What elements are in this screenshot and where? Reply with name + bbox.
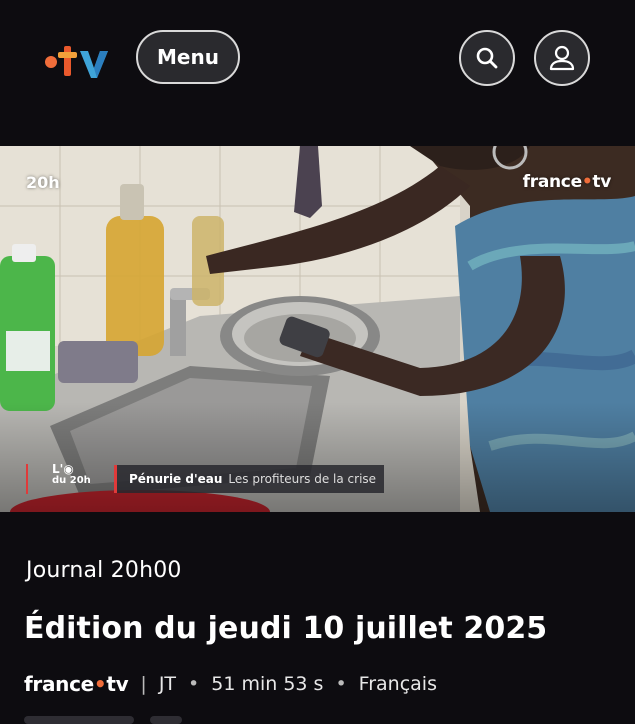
meta-separator: | <box>140 673 147 695</box>
lower-third-bar: Pénurie d'eau Les profiteurs de la crise <box>114 465 385 493</box>
menu-button-label: Menu <box>157 45 219 69</box>
meta-language: Français <box>358 673 437 695</box>
channel-badge: 20h <box>26 173 60 192</box>
search-button[interactable] <box>459 30 515 86</box>
lower-third-topic: Pénurie d'eau <box>129 472 223 486</box>
oeil-line2: du 20h <box>52 475 91 486</box>
watermark-dot: • <box>581 172 593 192</box>
francetv-logo-icon <box>45 46 108 78</box>
account-button[interactable] <box>534 30 590 86</box>
lower-third: L'◉ du 20h Pénurie d'eau Les profiteurs … <box>26 462 385 494</box>
channel-logo: france•tv <box>24 672 129 696</box>
francetv-logo[interactable] <box>44 38 114 82</box>
show-logo-oeil: L'◉ du 20h <box>26 462 98 494</box>
meta-duration: 51 min 53 s <box>211 673 324 695</box>
meta-bullet-2: • <box>335 673 347 695</box>
episode-title: Édition du jeudi 10 juillet 2025 <box>24 611 548 646</box>
video-player[interactable]: 20h france•tv L'◉ du 20h Pénurie d'eau L… <box>0 146 635 512</box>
oeil-line1: L'◉ <box>52 462 74 476</box>
watermark-france: france <box>522 172 582 192</box>
watermark-tv: tv <box>592 172 611 192</box>
user-icon <box>549 45 575 71</box>
action-button-partial[interactable] <box>24 716 134 724</box>
video-frame <box>0 146 635 512</box>
action-button-partial-2[interactable] <box>150 716 182 724</box>
lower-third-subtitle: Les profiteurs de la crise <box>228 472 377 486</box>
program-meta: france•tv | JT • 51 min 53 s • Français <box>24 672 437 696</box>
meta-category: JT <box>158 673 177 695</box>
meta-bullet-1: • <box>188 673 200 695</box>
top-bar: Menu <box>0 0 635 146</box>
eye-icon: ◉ <box>63 462 74 476</box>
show-title[interactable]: Journal 20h00 <box>26 558 182 583</box>
search-icon <box>476 47 498 69</box>
francetv-watermark: france•tv <box>522 172 612 192</box>
menu-button[interactable]: Menu <box>136 30 240 84</box>
